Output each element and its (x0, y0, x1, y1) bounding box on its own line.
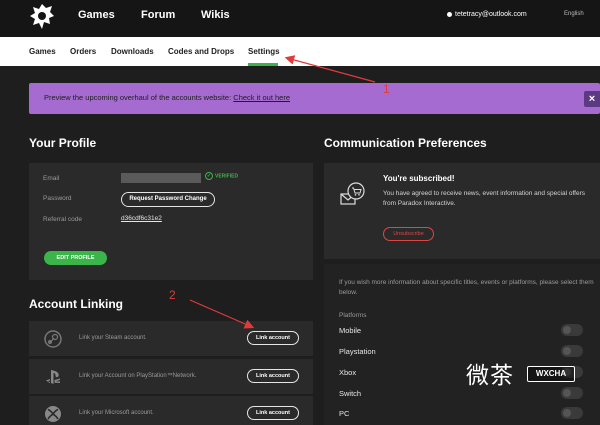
paradox-logo-icon[interactable] (28, 2, 56, 32)
close-icon[interactable]: × (584, 91, 600, 107)
account-linking-title: Account Linking (29, 297, 123, 311)
active-tab-indicator (248, 63, 278, 66)
annotation-number-1: 1 (383, 82, 390, 96)
language-selector[interactable]: English (564, 11, 584, 17)
platform-name: Mobile (339, 326, 362, 335)
watermark-badge: WXCHA (527, 366, 575, 382)
tab-games[interactable]: Games (29, 47, 56, 56)
banner-link[interactable]: Check it out here (233, 93, 290, 102)
user-email[interactable]: tetetracy@outlook.com (447, 11, 527, 18)
nav-forum[interactable]: Forum (141, 9, 175, 21)
watermark-text: 微茶 (466, 363, 514, 389)
subscription-card: You're subscribed! You have agreed to re… (324, 163, 600, 259)
platform-name: PC (339, 409, 350, 418)
subscribed-title: You're subscribed! (383, 174, 455, 183)
link-row-xbox: Link your Microsoft account. Link accoun… (29, 396, 313, 425)
platform-name: Playstation (339, 347, 376, 356)
link-microsoft-text: Link your Microsoft account. (79, 410, 154, 416)
platform-row-pc: PC (339, 407, 600, 421)
check-icon: ✓ (205, 172, 213, 180)
toggle-switch[interactable] (561, 387, 583, 399)
tab-downloads[interactable]: Downloads (111, 47, 154, 56)
top-header: Games Forum Wikis tetetracy@outlook.com … (0, 0, 600, 37)
nav-wikis[interactable]: Wikis (201, 9, 230, 21)
link-playstation-text: Link your Account on PlayStation™Network… (79, 373, 197, 379)
email-label: Email (43, 175, 60, 182)
tab-settings[interactable]: Settings (248, 47, 280, 56)
nav-games[interactable]: Games (78, 9, 115, 21)
link-steam-text: Link your Steam account. (79, 335, 147, 341)
link-microsoft-button[interactable]: Link account (247, 406, 299, 420)
account-subnav: Games Orders Downloads Codes and Drops S… (0, 37, 600, 66)
newsletter-cart-icon (340, 182, 365, 205)
edit-profile-button[interactable]: EDIT PROFILE (44, 251, 107, 265)
banner-text: Preview the upcoming overhaul of the acc… (44, 93, 290, 102)
preferences-info-text: If you wish more information about speci… (339, 279, 594, 296)
request-password-change-button[interactable]: Request Password Change (121, 192, 215, 207)
profile-card: Email ✓ VERIFIED Password Request Passwor… (29, 163, 313, 280)
preferences-panel: If you wish more information about speci… (324, 264, 600, 425)
verified-badge: ✓ VERIFIED (205, 172, 239, 180)
toggle-mobile[interactable] (561, 324, 583, 336)
email-value-redacted (121, 173, 201, 183)
tab-orders[interactable]: Orders (70, 47, 96, 56)
referral-label: Referral code (43, 216, 83, 223)
playstation-icon (46, 370, 60, 384)
annotation-number-2: 2 (169, 288, 176, 302)
referral-code[interactable]: d36cdf6c31e2 (121, 215, 162, 222)
platforms-label: Platforms (339, 312, 367, 319)
platform-name: Switch (339, 389, 362, 398)
subscribed-description: You have agreed to receive news, event i… (383, 190, 585, 207)
link-playstation-button[interactable]: Link account (247, 369, 299, 383)
toggle-pc[interactable] (561, 407, 583, 419)
toggle-playstation[interactable] (561, 345, 583, 357)
link-steam-button[interactable]: Link account (247, 331, 299, 345)
profile-title: Your Profile (29, 136, 97, 150)
platform-name: Xbox (339, 368, 357, 377)
steam-icon (44, 330, 62, 348)
communication-title: Communication Preferences (324, 136, 487, 150)
xbox-icon (45, 406, 61, 422)
tab-codes-and-drops[interactable]: Codes and Drops (168, 47, 234, 56)
platform-row-mobile: Mobile (339, 324, 600, 338)
password-label: Password (43, 195, 72, 202)
link-row-playstation: Link your Account on PlayStation™Network… (29, 359, 313, 394)
overhaul-banner: Preview the upcoming overhaul of the acc… (29, 83, 600, 114)
unsubscribe-button[interactable]: Unsubscribe (383, 227, 434, 241)
link-row-steam: Link your Steam account. Link account (29, 321, 313, 356)
